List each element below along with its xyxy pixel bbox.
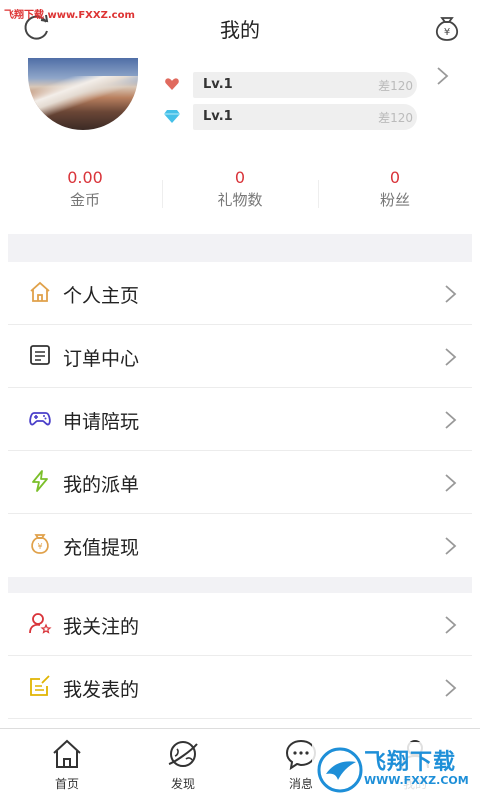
svg-text:¥: ¥ bbox=[444, 27, 450, 38]
level-diff: 差120 bbox=[378, 111, 413, 125]
menu-label: 订单中心 bbox=[63, 348, 140, 370]
edit-icon bbox=[30, 675, 50, 696]
level-row-wealth: Lv.1 差120 bbox=[164, 104, 417, 130]
menu-item-my-dispatch[interactable]: 我的派单 bbox=[8, 451, 472, 514]
stat-gifts[interactable]: 0 礼物数 bbox=[165, 168, 315, 212]
chevron-right-icon bbox=[445, 537, 457, 555]
menu-label: 个人主页 bbox=[63, 285, 140, 307]
stat-label: 粉丝 bbox=[379, 191, 410, 209]
money-bag-icon[interactable]: ¥ bbox=[430, 10, 464, 44]
stat-label: 金币 bbox=[69, 191, 100, 209]
my-page: 飞翔下载 www.FXXZ.com 我的 ¥ Lv.1 差120 Lv.1 差1… bbox=[0, 0, 480, 800]
stat-value: 0 bbox=[389, 168, 401, 187]
stat-fans[interactable]: 0 粉丝 bbox=[320, 168, 470, 212]
chevron-right-icon[interactable] bbox=[436, 66, 450, 86]
menu-item-following[interactable]: 我关注的 bbox=[8, 593, 472, 656]
home-icon bbox=[30, 281, 50, 302]
watermark-logo-url: WWW.FXXZ.COM bbox=[364, 774, 469, 787]
menu-label: 充值提现 bbox=[63, 537, 140, 559]
menu-label: 我的派单 bbox=[63, 474, 140, 496]
menu-item-orders[interactable]: 订单中心 bbox=[8, 325, 472, 388]
home-icon bbox=[53, 739, 81, 768]
stats-row: 0.00 金币 0 礼物数 0 粉丝 bbox=[0, 168, 480, 220]
menu-item-my-posts[interactable]: 我发表的 bbox=[8, 656, 472, 719]
stat-label: 礼物数 bbox=[217, 191, 263, 209]
chevron-right-icon bbox=[445, 348, 457, 366]
menu-label: 我发表的 bbox=[63, 679, 140, 701]
section-divider bbox=[8, 234, 472, 262]
level-diff: 差120 bbox=[378, 79, 413, 93]
watermark-logo: 飞翔下载 WWW.FXXZ.COM bbox=[312, 742, 476, 798]
order-list-icon bbox=[30, 345, 50, 365]
chevron-right-icon bbox=[445, 411, 457, 429]
menu-label: 申请陪玩 bbox=[63, 411, 140, 433]
level-bar: Lv.1 差120 bbox=[193, 72, 417, 98]
gamepad-icon bbox=[29, 412, 51, 426]
level-row-charm: Lv.1 差120 bbox=[164, 72, 417, 98]
bird-logo-icon bbox=[317, 747, 363, 793]
chevron-right-icon bbox=[445, 616, 457, 634]
chevron-right-icon bbox=[445, 285, 457, 303]
tab-home[interactable]: 首页 bbox=[32, 737, 102, 792]
lightning-icon bbox=[32, 470, 48, 492]
level-bar: Lv.1 差120 bbox=[193, 104, 417, 130]
watermark-logo-text: 飞翔下载 bbox=[364, 750, 457, 775]
money-bag-icon: ¥ bbox=[31, 534, 49, 554]
stat-value: 0.00 bbox=[67, 168, 103, 187]
divider bbox=[318, 180, 319, 208]
tab-label: 首页 bbox=[54, 777, 79, 791]
level-label: Lv.1 bbox=[203, 109, 233, 124]
user-star-icon bbox=[29, 613, 52, 634]
avatar[interactable] bbox=[28, 58, 138, 130]
tab-discover[interactable]: 发现 bbox=[148, 737, 218, 792]
tab-label: 发现 bbox=[170, 777, 195, 791]
menu-item-homepage[interactable]: 个人主页 bbox=[8, 262, 472, 325]
chevron-right-icon bbox=[445, 679, 457, 697]
menu-label: 我关注的 bbox=[63, 616, 140, 638]
heart-icon bbox=[165, 78, 179, 90]
svg-text:¥: ¥ bbox=[37, 542, 42, 551]
watermark-text: 飞翔下载 www.FXXZ.com bbox=[4, 10, 135, 21]
chevron-right-icon bbox=[445, 474, 457, 492]
menu-item-apply-companion[interactable]: 申请陪玩 bbox=[8, 388, 472, 451]
profile-card[interactable]: Lv.1 差120 Lv.1 差120 bbox=[0, 58, 480, 166]
divider bbox=[162, 180, 163, 208]
planet-icon bbox=[168, 741, 198, 767]
stat-coins[interactable]: 0.00 金币 bbox=[10, 168, 160, 212]
section-divider bbox=[8, 577, 472, 593]
menu-item-recharge-withdraw[interactable]: ¥ 充值提现 bbox=[8, 514, 472, 577]
diamond-icon bbox=[164, 110, 180, 123]
level-label: Lv.1 bbox=[203, 77, 233, 92]
stat-value: 0 bbox=[234, 168, 246, 187]
